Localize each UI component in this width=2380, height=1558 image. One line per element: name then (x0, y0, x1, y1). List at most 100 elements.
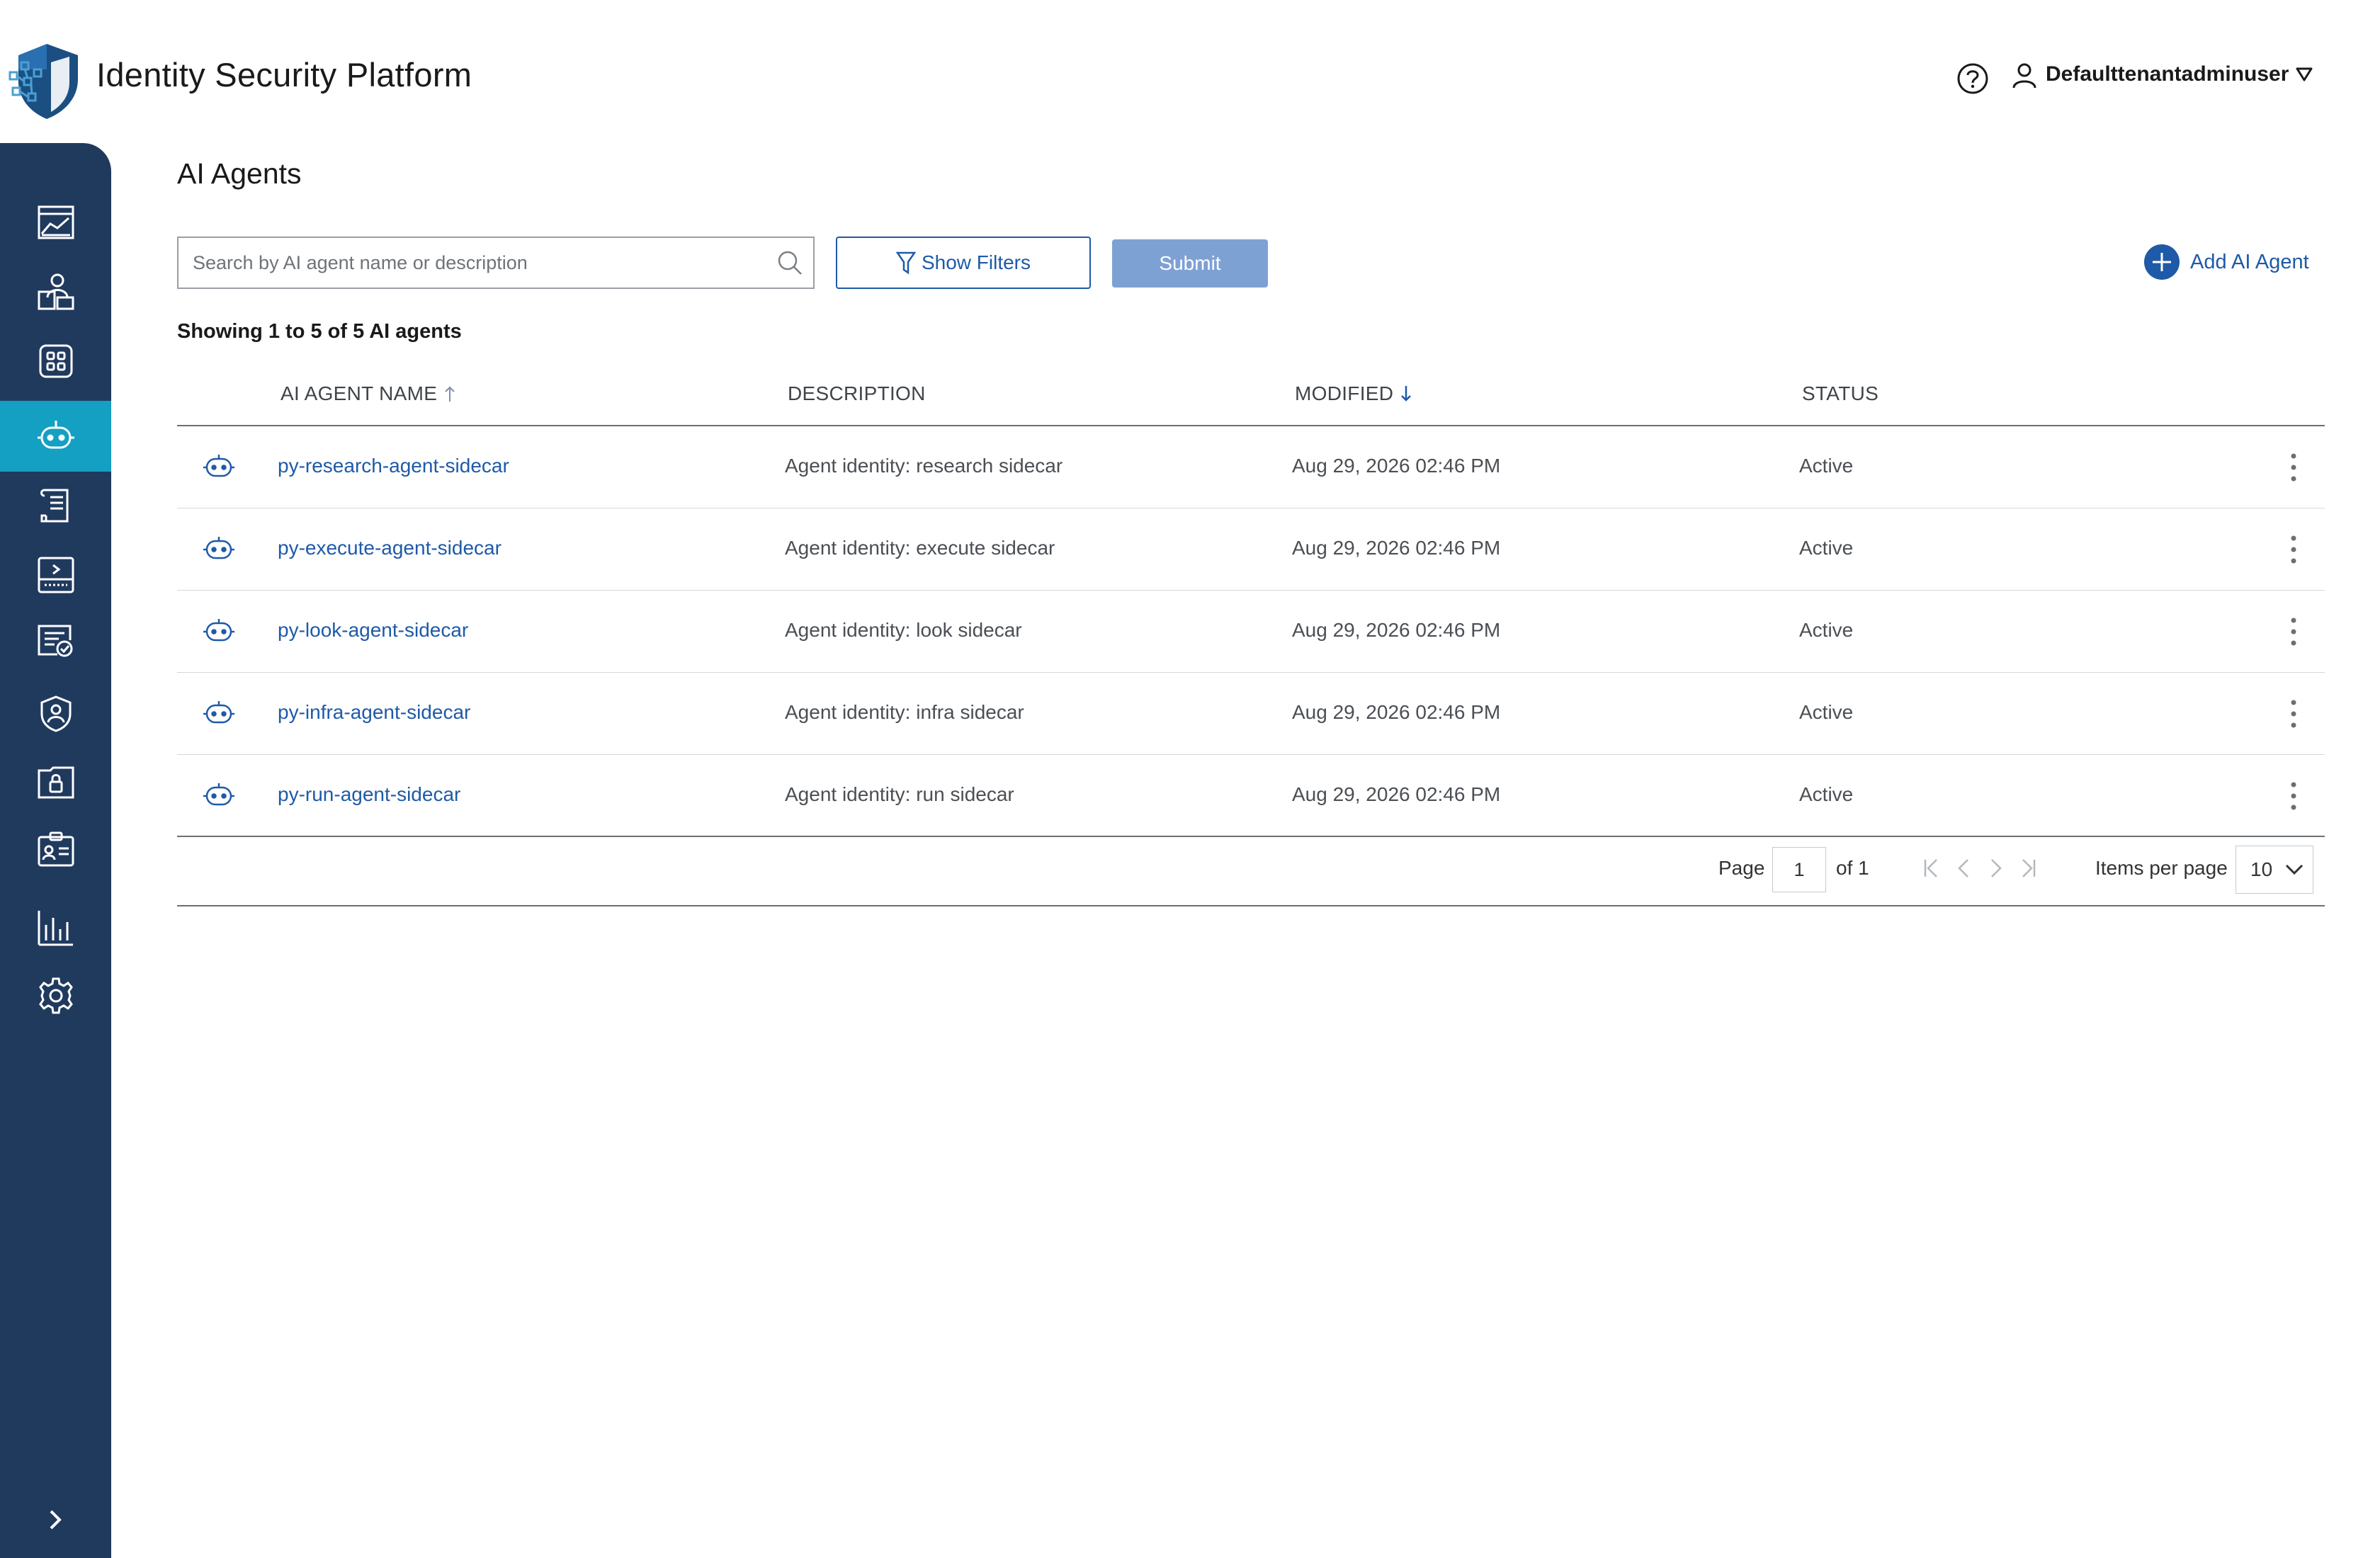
certificate-icon (38, 625, 72, 657)
agent-name-link[interactable]: py-look-agent-sidecar (278, 619, 468, 642)
sidebar-item-certifications[interactable] (0, 608, 111, 678)
agent-status: Active (1799, 537, 1854, 559)
page-total-label: of 1 (1836, 857, 1869, 879)
previous-page-icon[interactable] (1954, 854, 1975, 882)
next-page-icon[interactable] (1985, 854, 2006, 882)
agent-modified: Aug 29, 2026 02:46 PM (1292, 619, 1501, 641)
sidebar-item-identities[interactable] (0, 256, 111, 327)
add-ai-agent-label: Add AI Agent (2190, 250, 2309, 273)
agent-status: Active (1799, 455, 1854, 477)
user-icon[interactable] (2012, 62, 2037, 89)
sidebar-item-settings[interactable] (0, 960, 111, 1031)
sidebar-nav (0, 143, 111, 1558)
plus-circle-icon (2144, 244, 2180, 280)
agent-name-link[interactable]: py-run-agent-sidecar (278, 783, 460, 806)
agent-status: Active (1799, 783, 1854, 805)
agent-modified: Aug 29, 2026 02:46 PM (1292, 701, 1501, 723)
add-ai-agent-button[interactable]: Add AI Agent (2143, 244, 2309, 280)
sidebar-item-vault[interactable] (0, 746, 111, 817)
items-per-page-value: 10 (2250, 858, 2273, 880)
sort-ascending-icon (445, 386, 455, 402)
agent-name-link[interactable]: py-execute-agent-sidecar (278, 537, 502, 559)
sidebar-item-dashboard[interactable] (0, 187, 111, 258)
table-header: AI AGENT NAME DESCRIPTION MODIFIED STATU… (177, 368, 2325, 426)
more-options-icon[interactable] (2289, 534, 2298, 565)
dashboard-icon (38, 205, 74, 239)
table-row: py-research-agent-sidecar Agent identity… (177, 426, 2325, 508)
page-label: Page (1718, 857, 1765, 879)
more-options-icon[interactable] (2289, 616, 2298, 647)
gear-icon (38, 977, 73, 1014)
shield-logo-icon[interactable] (8, 41, 81, 120)
table-row: py-execute-agent-sidecar Agent identity:… (177, 508, 2325, 591)
terminal-icon (38, 557, 74, 593)
table-row: py-run-agent-sidecar Agent identity: run… (177, 755, 2325, 837)
agent-name-link[interactable]: py-infra-agent-sidecar (278, 701, 470, 724)
agent-modified: Aug 29, 2026 02:46 PM (1292, 455, 1501, 477)
agent-description: Agent identity: run sidecar (785, 783, 1014, 805)
agent-name-link[interactable]: py-research-agent-sidecar (278, 455, 509, 477)
robot-icon (37, 421, 74, 449)
column-header-status[interactable]: STATUS (1802, 382, 1878, 405)
agent-description: Agent identity: infra sidecar (785, 701, 1024, 723)
column-header-name[interactable]: AI AGENT NAME (280, 382, 457, 405)
show-filters-label: Show Filters (921, 251, 1031, 273)
robot-icon (203, 455, 234, 477)
more-options-icon[interactable] (2289, 452, 2298, 483)
robot-icon (203, 537, 234, 559)
agent-description: Agent identity: research sidecar (785, 455, 1063, 477)
robot-icon (203, 619, 234, 642)
page-title: AI Agents (177, 157, 302, 190)
sidebar-item-id-cards[interactable] (0, 814, 111, 885)
bar-chart-icon (38, 911, 73, 946)
last-page-icon[interactable] (2017, 854, 2039, 882)
column-header-modified[interactable]: MODIFIED (1295, 382, 1413, 405)
agent-description: Agent identity: look sidecar (785, 619, 1022, 641)
more-options-icon[interactable] (2289, 780, 2298, 812)
agent-description: Agent identity: execute sidecar (785, 537, 1055, 559)
first-page-icon[interactable] (1921, 854, 1942, 882)
sidebar-item-reports[interactable] (0, 892, 111, 963)
more-options-icon[interactable] (2289, 698, 2298, 729)
user-menu-name[interactable]: Defaulttenantadminuser (2046, 62, 2289, 86)
caret-down-icon[interactable] (2295, 67, 2313, 82)
app-title: Identity Security Platform (96, 56, 472, 93)
shield-user-icon (40, 695, 71, 732)
pagination: Page of 1 Items per page 10 (177, 837, 2325, 906)
sidebar-item-policies[interactable] (0, 470, 111, 541)
lock-folder-icon (38, 766, 74, 799)
search-input[interactable] (178, 238, 745, 288)
table-row: py-infra-agent-sidecar Agent identity: i… (177, 673, 2325, 755)
agent-status: Active (1799, 619, 1854, 641)
sidebar-item-devices[interactable] (0, 540, 111, 610)
show-filters-button[interactable]: Show Filters (836, 237, 1091, 289)
sidebar-item-security[interactable] (0, 678, 111, 749)
help-icon[interactable] (1956, 62, 1989, 95)
column-header-description[interactable]: DESCRIPTION (788, 382, 926, 405)
scroll-icon (40, 489, 68, 523)
app-header: Identity Security Platform Defaulttenant… (0, 0, 2380, 142)
chevron-right-icon[interactable] (42, 1506, 68, 1534)
sidebar-item-applications[interactable] (0, 326, 111, 397)
robot-icon (203, 701, 234, 724)
search-box (177, 237, 815, 289)
table-row: py-look-agent-sidecar Agent identity: lo… (177, 591, 2325, 673)
items-per-page-select[interactable]: 10 (2236, 846, 2313, 894)
items-per-page-label: Items per page (2095, 857, 2228, 879)
filter-icon (895, 251, 916, 275)
search-icon[interactable] (776, 249, 803, 276)
sidebar-item-ai-agents[interactable] (0, 401, 111, 472)
agent-modified: Aug 29, 2026 02:46 PM (1292, 783, 1501, 805)
id-card-icon (38, 831, 74, 867)
apps-grid-icon (39, 344, 72, 378)
submit-button[interactable]: Submit (1112, 239, 1268, 288)
chevron-down-icon (2285, 864, 2304, 875)
robot-icon (203, 783, 234, 806)
agent-modified: Aug 29, 2026 02:46 PM (1292, 537, 1501, 559)
results-count: Showing 1 to 5 of 5 AI agents (177, 320, 462, 343)
users-icon (38, 273, 74, 310)
agent-status: Active (1799, 701, 1854, 723)
page-number-input[interactable] (1772, 847, 1826, 892)
sort-descending-icon (1401, 386, 1412, 402)
ai-agents-table: AI AGENT NAME DESCRIPTION MODIFIED STATU… (177, 368, 2325, 837)
